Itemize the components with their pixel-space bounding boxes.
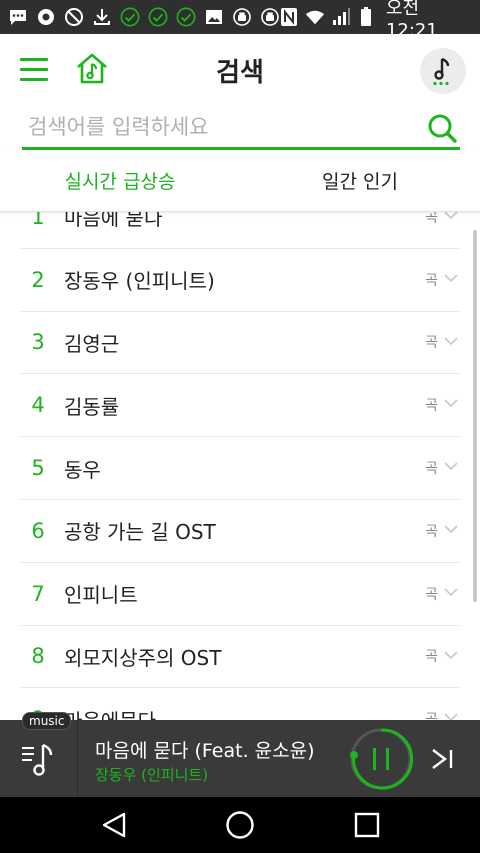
now-playing-title: 마음에 묻다 (Feat. 윤소윤) xyxy=(95,740,315,762)
keyword: 외모지상주의 OST xyxy=(64,645,222,670)
check-circle-icon xyxy=(148,7,168,27)
check-circle-icon xyxy=(176,7,196,27)
circle-icon xyxy=(36,7,56,27)
android-icon xyxy=(232,7,252,27)
rank-number: 2 xyxy=(31,267,45,292)
page-title: 검색 xyxy=(216,58,264,88)
keyword: 마음에묻다 xyxy=(64,705,156,720)
chevron-down-icon[interactable] xyxy=(444,273,458,283)
skip-next-icon xyxy=(432,749,453,769)
menu-icon xyxy=(20,58,48,61)
rank-number: 1 xyxy=(31,212,45,229)
list-item[interactable]: 3 김영근 곡 xyxy=(20,312,460,375)
search-bar xyxy=(22,108,460,150)
block-icon xyxy=(64,7,84,27)
music-note-icon xyxy=(433,57,450,86)
wifi-icon xyxy=(305,7,325,27)
system-nav-bar xyxy=(0,797,480,853)
keyword: 김동률 xyxy=(64,394,120,419)
type-label: 곡 xyxy=(425,335,438,352)
type-label: 곡 xyxy=(425,709,438,720)
check-circle-icon xyxy=(120,7,140,27)
tab-daily[interactable]: 일간 인기 xyxy=(240,150,480,211)
home-circle-icon xyxy=(226,811,254,839)
chevron-down-icon[interactable] xyxy=(444,461,458,471)
image-icon xyxy=(204,7,224,27)
rank-number: 4 xyxy=(31,393,45,418)
home-music-icon xyxy=(77,53,107,84)
list-item[interactable]: 4 김동률 곡 xyxy=(20,374,460,438)
list-item[interactable]: 7 인피니트 곡 xyxy=(20,563,460,626)
chevron-down-icon[interactable] xyxy=(444,650,458,660)
tab-realtime[interactable]: 실시간 급상승 xyxy=(0,150,240,211)
type-label: 곡 xyxy=(425,461,438,478)
player-button[interactable] xyxy=(420,48,466,94)
recent-apps-icon xyxy=(354,812,380,838)
chevron-down-icon[interactable] xyxy=(444,398,458,408)
status-bar: 오전 12:21 xyxy=(0,0,480,41)
pause-icon xyxy=(350,728,413,790)
list-item[interactable]: 8 외모지상주의 OST 곡 xyxy=(20,626,460,689)
chevron-down-icon[interactable] xyxy=(444,712,458,720)
type-label: 곡 xyxy=(425,398,438,415)
search-input[interactable] xyxy=(22,108,412,146)
rank-number: 7 xyxy=(31,581,45,606)
type-label: 곡 xyxy=(425,212,438,226)
search-icon xyxy=(428,114,457,143)
type-label: 곡 xyxy=(425,586,438,603)
list-item[interactable]: 9 마음에묻다 곡 xyxy=(20,688,460,720)
list-item[interactable]: 1 마음에 묻다 곡 xyxy=(20,212,460,249)
keyword: 동우 xyxy=(64,457,101,482)
chat-icon xyxy=(8,7,28,27)
home-button[interactable] xyxy=(74,52,110,86)
playlist-icon xyxy=(21,743,52,776)
chevron-down-icon[interactable] xyxy=(444,212,458,220)
keyword: 마음에 묻다 xyxy=(64,212,163,231)
back-icon xyxy=(102,812,126,838)
trending-list: 1 마음에 묻다 곡 2 장동우 (인피니트) 곡 3 김영근 곡 4 김동률 … xyxy=(0,212,480,720)
home-nav-button[interactable] xyxy=(225,810,255,840)
keyword: 장동우 (인피니트) xyxy=(64,269,215,294)
battery-icon xyxy=(357,7,376,27)
mini-player[interactable]: music 마음에 묻다 (Feat. 윤소윤) 장동우 (인피니트) xyxy=(0,712,480,797)
next-button[interactable] xyxy=(426,744,456,774)
list-item[interactable]: 2 장동우 (인피니트) 곡 xyxy=(20,249,460,312)
keyword: 김영근 xyxy=(64,331,120,356)
back-button[interactable] xyxy=(100,811,128,839)
playlist-button[interactable] xyxy=(0,720,78,797)
nfc-icon xyxy=(280,7,299,27)
rank-number: 8 xyxy=(31,644,45,669)
android-icon xyxy=(260,7,280,27)
chart-tabs: 실시간 급상승 일간 인기 xyxy=(0,150,480,212)
keyword: 인피니트 xyxy=(64,583,138,608)
rank-number: 6 xyxy=(31,518,45,543)
type-label: 곡 xyxy=(425,272,438,289)
type-label: 곡 xyxy=(425,523,438,540)
rank-number: 3 xyxy=(31,330,45,355)
list-scrollbar[interactable] xyxy=(473,230,477,602)
list-item[interactable]: 6 공항 가는 길 OST 곡 xyxy=(20,500,460,563)
now-playing-artist: 장동우 (인피니트) xyxy=(95,766,209,784)
menu-button[interactable] xyxy=(20,58,48,82)
chevron-down-icon[interactable] xyxy=(444,336,458,346)
screen: 오전 12:21 검색 검색어를 입력하세요 실시간 급상승 일간 인기 1 마… xyxy=(0,0,480,853)
keyword: 공항 가는 길 OST xyxy=(64,520,216,545)
pause-button[interactable] xyxy=(349,727,413,791)
music-badge: music xyxy=(22,712,72,730)
rank-number: 5 xyxy=(31,456,45,481)
search-button[interactable] xyxy=(426,112,458,144)
type-label: 곡 xyxy=(425,649,438,666)
download-icon xyxy=(92,7,112,27)
chevron-down-icon[interactable] xyxy=(444,524,458,534)
signal-icon xyxy=(331,7,351,27)
recent-apps-button[interactable] xyxy=(353,811,381,839)
list-item[interactable]: 5 동우 곡 xyxy=(20,437,460,500)
app-header: 검색 xyxy=(0,34,480,108)
chevron-down-icon[interactable] xyxy=(444,587,458,597)
